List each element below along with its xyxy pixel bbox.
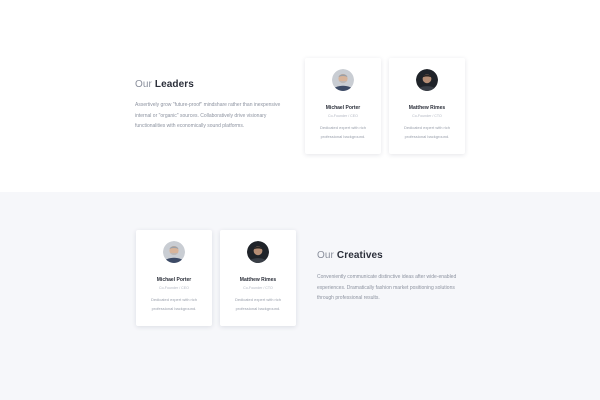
avatar-michael [332, 69, 354, 91]
card-name: Matthew Rimes [408, 105, 446, 111]
card-role: Co-Founder / CTO [412, 113, 442, 118]
leaders-heading-prefix: Our [135, 79, 152, 90]
card-bio-line: Dedicated expert with rich [403, 125, 451, 130]
avatar-michael [163, 241, 185, 263]
creative-card-michael-porter[interactable]: Michael Porter Co-Founder / CEO Dedicate… [136, 230, 212, 326]
leaders-description-line: internal or "organic" sources. Collabora… [135, 112, 267, 119]
creatives-heading-strong: Creatives [336, 250, 383, 261]
card-role: Co-Founder / CTO [243, 285, 273, 290]
card-role: Co-Founder / CEO [159, 285, 189, 290]
creative-card-matthew-rimes[interactable]: Matthew Rimes Co-Founder / CTO Dedicated… [220, 230, 296, 326]
creatives-heading: Our Creatives [317, 250, 383, 261]
card-role: Co-Founder / CEO [328, 113, 358, 118]
card-bio: Dedicated expert with rich professional … [311, 124, 375, 141]
card-bio: Dedicated expert with rich professional … [226, 296, 290, 313]
leaders-description: Assertively grow "future-proof" mindshar… [135, 100, 295, 132]
leaders-heading-strong: Leaders [154, 79, 194, 90]
card-name: Michael Porter [156, 277, 192, 283]
card-bio-line: Dedicated expert with rich [319, 125, 367, 130]
creatives-description: Conveniently communicate distinctive ide… [317, 272, 477, 304]
card-bio: Dedicated expert with rich professional … [142, 296, 206, 313]
creatives-description-line: Conveniently communicate distinctive ide… [317, 274, 457, 280]
creatives-description-line: experiences. Dramatically fashion market… [317, 284, 455, 291]
leaders-section: Our Leaders Assertively grow "future-pro… [0, 0, 600, 192]
avatar-matthew [247, 241, 269, 263]
card-name: Michael Porter [325, 105, 361, 111]
card-bio-line: professional background. [235, 305, 281, 311]
creatives-description-line: through professional results. [317, 295, 380, 301]
creatives-section: Michael Porter Co-Founder / CEO Dedicate… [0, 192, 600, 400]
card-bio-line: Dedicated expert with rich [234, 297, 282, 302]
leaders-heading: Our Leaders [135, 79, 194, 90]
leader-card-matthew-rimes[interactable]: Matthew Rimes Co-Founder / CTO Dedicated… [389, 58, 465, 154]
card-name: Matthew Rimes [239, 277, 277, 283]
leader-card-michael-porter[interactable]: Michael Porter Co-Founder / CEO Dedicate… [305, 58, 381, 154]
creatives-heading-prefix: Our [317, 250, 334, 261]
leaders-description-line: Assertively grow "future-proof" mindshar… [135, 102, 281, 108]
card-bio-line: professional background. [404, 133, 450, 139]
avatar-matthew [416, 69, 438, 91]
card-bio-line: professional background. [151, 305, 197, 311]
card-bio: Dedicated expert with rich professional … [395, 124, 459, 141]
leaders-description-line: functionalities with economically sound … [135, 123, 245, 129]
card-bio-line: professional background. [320, 133, 366, 139]
card-bio-line: Dedicated expert with rich [150, 297, 198, 302]
